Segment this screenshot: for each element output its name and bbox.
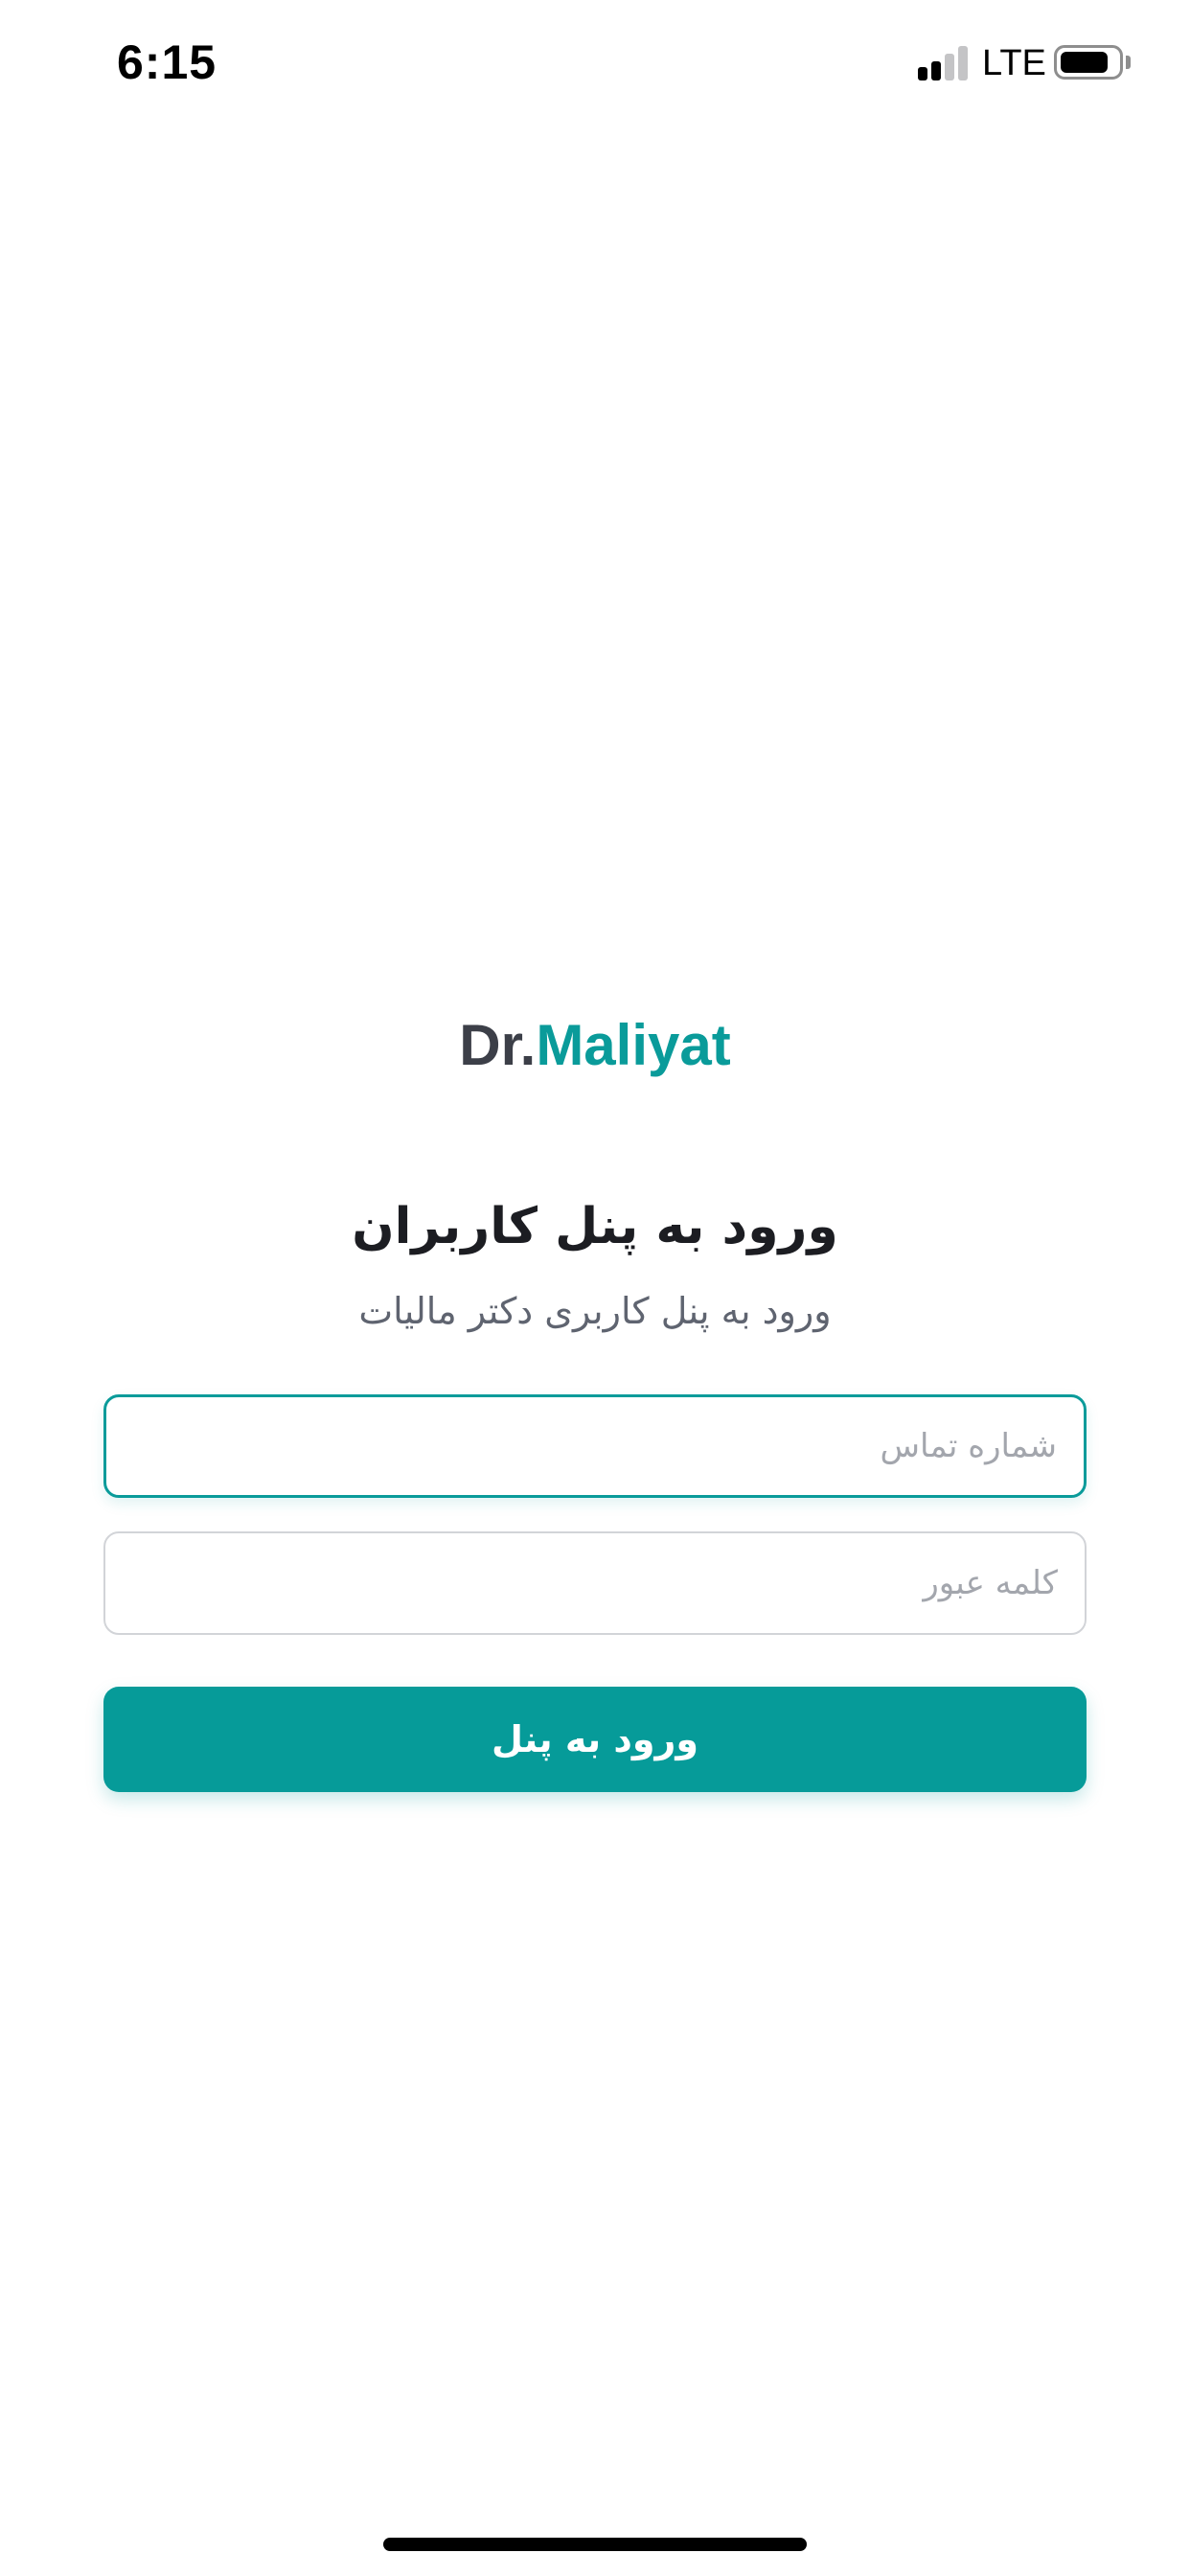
password-field (103, 1531, 1087, 1635)
signal-bar (958, 46, 968, 80)
logo-name: Maliyat (536, 1013, 731, 1077)
network-type: LTE (982, 43, 1046, 83)
page-title: ورود به پنل کاربران (352, 1198, 838, 1255)
login-button[interactable]: ورود به پنل (103, 1687, 1087, 1792)
signal-bar (945, 54, 954, 80)
battery-tip (1126, 56, 1131, 69)
logo-prefix: Dr. (459, 1013, 537, 1077)
battery-icon (1054, 45, 1123, 80)
status-time: 6:15 (117, 35, 217, 89)
login-screen: 6:15 LTE Dr.Maliyat ورود به پنل کاربران … (0, 0, 1190, 2576)
phone-field (103, 1394, 1087, 1498)
signal-bar (918, 67, 927, 80)
app-logo: Dr.Maliyat (0, 1012, 1190, 1078)
status-bar: 6:15 LTE (0, 0, 1190, 134)
password-input[interactable] (105, 1533, 1085, 1633)
cellular-signal-icon (918, 44, 972, 80)
phone-input[interactable] (106, 1397, 1084, 1495)
signal-bar (931, 61, 941, 80)
battery-level (1061, 52, 1108, 73)
home-indicator[interactable] (383, 2538, 807, 2551)
page-subtitle: ورود به پنل کاربری دکتر مالیات (358, 1290, 832, 1332)
